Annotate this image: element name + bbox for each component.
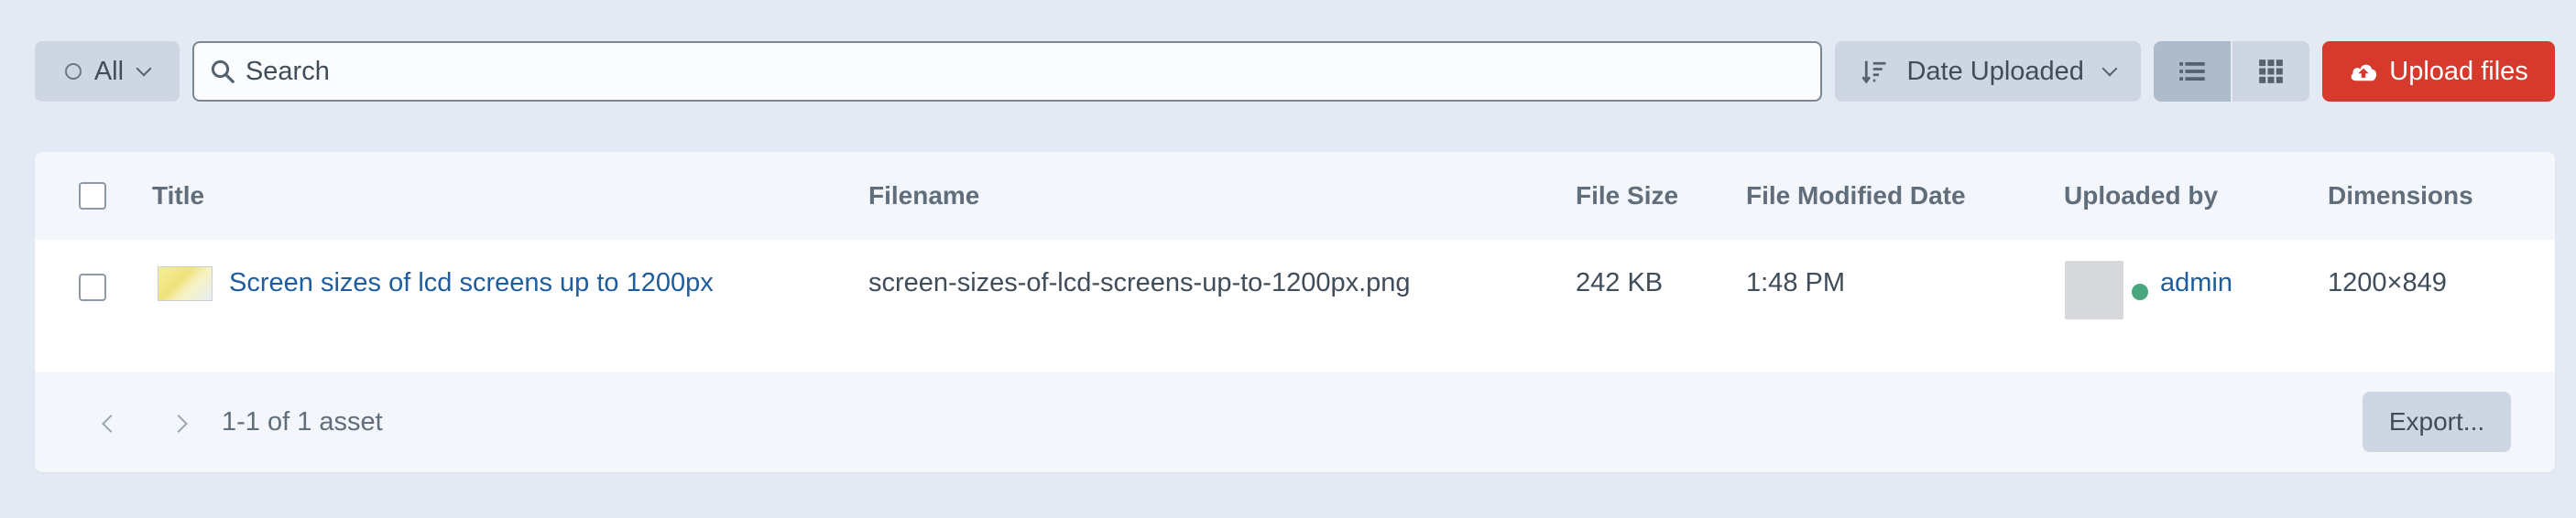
grid-view-icon — [2259, 59, 2283, 83]
sort-descending-icon — [1861, 60, 1886, 84]
online-status-dot — [2132, 284, 2148, 300]
asset-title-link[interactable]: Screen sizes of lcd screens up to 1200px — [229, 268, 714, 298]
table-row: Screen sizes of lcd screens up to 1200px… — [35, 240, 2555, 372]
column-header-file-size[interactable]: File Size — [1576, 181, 1678, 210]
list-view-icon — [2179, 62, 2205, 81]
asset-thumbnail[interactable] — [158, 266, 213, 301]
table-footer: 1-1 of 1 asset Export... — [35, 372, 2555, 472]
toolbar: All Date Uploaded — [35, 41, 2555, 102]
asset-modified-date: 1:48 PM — [1746, 268, 1845, 297]
row-select-checkbox[interactable] — [79, 274, 106, 301]
avatar — [2065, 261, 2123, 319]
next-page-icon[interactable] — [169, 415, 188, 433]
column-header-title[interactable]: Title — [152, 181, 204, 210]
cloud-upload-icon — [2351, 64, 2377, 81]
grid-view-button[interactable] — [2232, 41, 2310, 102]
pagination-text: 1-1 of 1 asset — [222, 407, 383, 437]
view-toggle — [2154, 41, 2310, 102]
column-header-dimensions[interactable]: Dimensions — [2328, 181, 2473, 210]
asset-file-size: 242 KB — [1576, 268, 1664, 297]
asset-dimensions: 1200×849 — [2328, 268, 2447, 297]
uploader-link[interactable]: admin — [2160, 268, 2232, 298]
search-box[interactable] — [191, 41, 1823, 102]
assets-table-card: Title Filename File Size File Modified D… — [35, 152, 2555, 472]
select-all-checkbox[interactable] — [79, 182, 106, 210]
chevron-down-icon — [136, 60, 152, 77]
search-input[interactable] — [245, 56, 1821, 87]
table-header: Title Filename File Size File Modified D… — [35, 152, 2555, 240]
upload-files-button[interactable]: Upload files — [2322, 41, 2555, 102]
column-header-file-modified-date[interactable]: File Modified Date — [1746, 181, 1966, 210]
upload-files-label: Upload files — [2389, 56, 2528, 86]
chevron-down-icon — [2101, 60, 2118, 77]
column-header-uploaded-by[interactable]: Uploaded by — [2064, 181, 2218, 210]
export-button[interactable]: Export... — [2363, 392, 2511, 452]
list-view-button[interactable] — [2154, 41, 2232, 102]
sort-dropdown-button[interactable]: Date Uploaded — [1835, 41, 2142, 102]
filter-dropdown-button[interactable]: All — [35, 41, 180, 102]
column-header-filename[interactable]: Filename — [868, 181, 979, 210]
previous-page-icon[interactable] — [102, 415, 120, 433]
sort-label: Date Uploaded — [1906, 56, 2084, 86]
filter-label: All — [93, 56, 125, 86]
asset-filename: screen-sizes-of-lcd-screens-up-to-1200px… — [868, 268, 1411, 297]
search-icon — [211, 59, 235, 83]
radio-ring-icon — [64, 63, 82, 80]
